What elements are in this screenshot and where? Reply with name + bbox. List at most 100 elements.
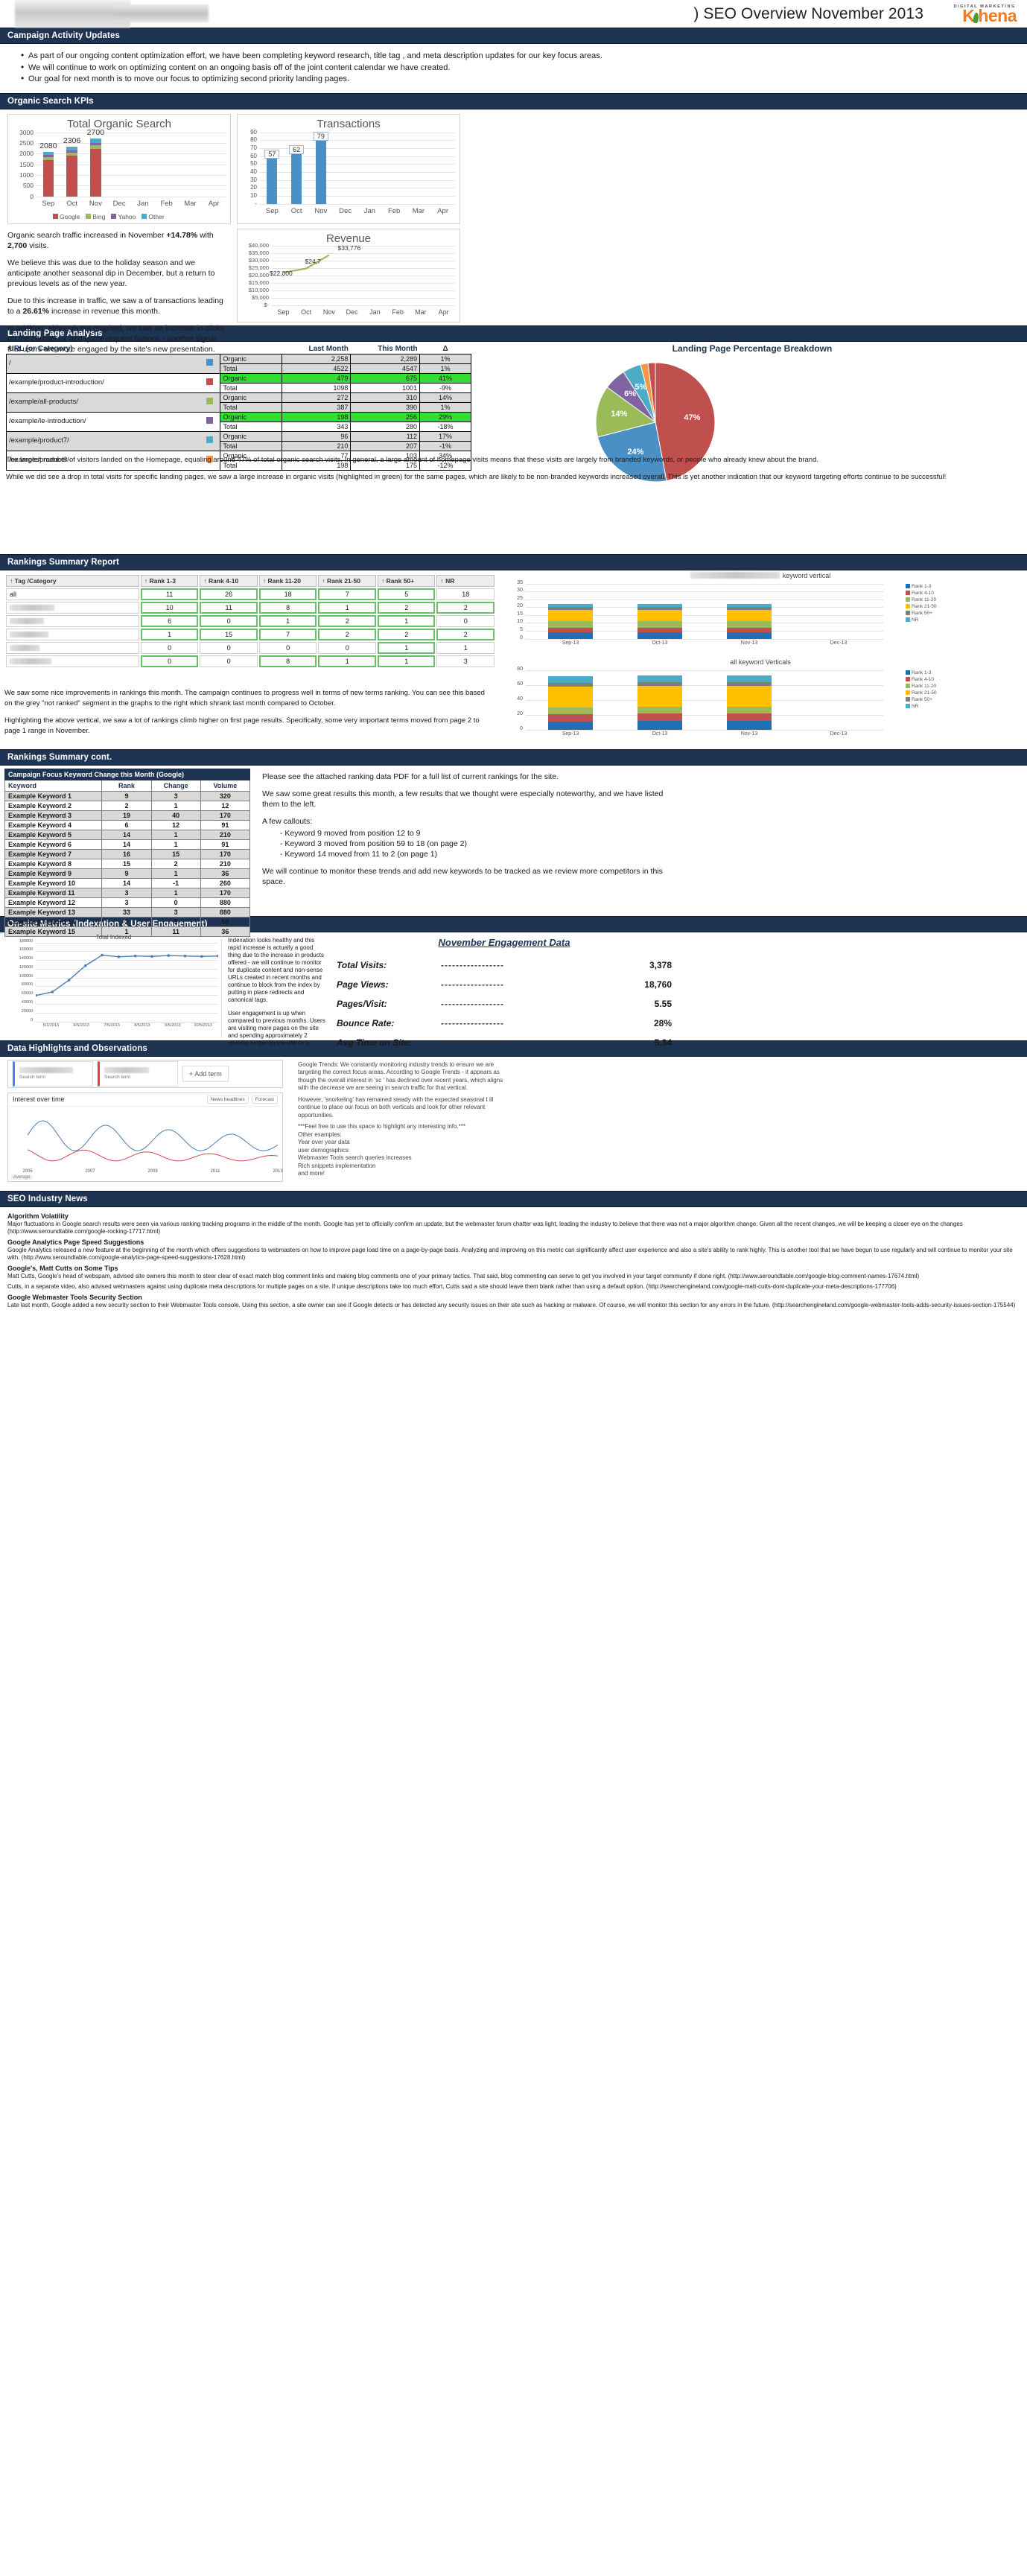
y-tick-label: - bbox=[255, 200, 257, 207]
keyword-cell: Example Keyword 10 bbox=[4, 877, 103, 888]
note-paragraph: Other examples: bbox=[298, 1130, 342, 1138]
keyword-metric-cell: 880 bbox=[200, 897, 251, 908]
rank-count-cell: 1 bbox=[258, 614, 317, 627]
search-term-chip-2[interactable]: Search term bbox=[98, 1060, 178, 1087]
last-month-cell: 387 bbox=[281, 401, 352, 413]
indexed-line bbox=[36, 953, 218, 996]
note-paragraph: Year over year data bbox=[298, 1139, 350, 1145]
this-month-cell: 2,289 bbox=[350, 353, 421, 364]
y-tick-label: 10 bbox=[250, 191, 257, 199]
legend-item: Rank 11-20 bbox=[906, 684, 936, 689]
rank-count-cell: 1 bbox=[377, 641, 436, 654]
x-tick-label: Nov bbox=[322, 308, 335, 316]
note-paragraph: We saw some nice improvements in ranking… bbox=[4, 688, 485, 707]
landing-notes: The largest number of visitors landed on… bbox=[6, 455, 1019, 489]
x-tick-label: Feb bbox=[387, 206, 401, 215]
page-title: ) SEO Overview November 2013 bbox=[693, 4, 923, 22]
rank-count-cell: 7 bbox=[318, 588, 376, 600]
legend-label: Rank 21-50 bbox=[912, 603, 937, 609]
keyword-cell: Example Keyword 7 bbox=[4, 848, 103, 859]
bar-segment bbox=[42, 159, 54, 197]
metric-dots: ----------------- bbox=[441, 979, 504, 990]
table-row: Example Keyword 3 19 40 170 bbox=[4, 810, 251, 821]
highlights-area: Search term Search term + Add term Inter… bbox=[0, 1057, 1027, 1191]
redacted-term-1 bbox=[19, 1067, 73, 1073]
x-tick-label: Oct bbox=[301, 308, 312, 316]
rank-count-cell: 2 bbox=[377, 601, 436, 614]
keyword-metric-cell: 9 bbox=[101, 790, 152, 801]
note-paragraph: A few callouts: bbox=[262, 816, 313, 826]
legend-item: NR bbox=[906, 617, 918, 623]
engagement-metric-row: Bounce Rate: ----------------- 28% bbox=[337, 1014, 672, 1033]
x-tick-label: Apr bbox=[438, 308, 449, 316]
note-paragraph: Due to this increase in traffic, we saw … bbox=[7, 296, 223, 316]
news-headlines-toggle[interactable]: News headlines bbox=[206, 1095, 249, 1104]
redacted-term-2 bbox=[104, 1067, 149, 1073]
forecast-toggle[interactable]: Forecast bbox=[251, 1095, 278, 1104]
bar-segment bbox=[727, 607, 772, 611]
legend-label: NR bbox=[912, 617, 919, 623]
legend-label: Bing bbox=[92, 212, 106, 220]
rank-count-cell: 1 bbox=[318, 601, 376, 614]
legend-swatch bbox=[906, 704, 910, 708]
y-tick-label: 0 bbox=[520, 725, 523, 731]
x-tick-label: 2013 bbox=[273, 1168, 283, 1174]
bar-segment bbox=[548, 675, 593, 683]
y-tick-label: 10 bbox=[517, 619, 523, 625]
table-row: Example Keyword 2 2 1 12 bbox=[4, 800, 251, 811]
x-tick-label: Sep-13 bbox=[562, 640, 579, 646]
legend-label: Rank 21-50 bbox=[912, 690, 937, 696]
column-header: Last Month bbox=[282, 344, 351, 354]
keyword-metric-cell: 12 bbox=[200, 800, 251, 811]
y-tick-label: 2500 bbox=[19, 139, 34, 147]
legend-item: Rank 50+ bbox=[906, 611, 932, 616]
metric-label: Total Visits: bbox=[337, 959, 387, 970]
x-tick-label: Nov-13 bbox=[740, 731, 758, 737]
chart-total-indexed: Total Indexed 180000 160000 140000 120000 10… bbox=[6, 933, 222, 1038]
revenue-line bbox=[283, 254, 330, 273]
table-row: Example Keyword 12 3 0 880 bbox=[4, 897, 251, 908]
pie-slice-label: 47% bbox=[684, 413, 701, 422]
rank-count-cell: 0 bbox=[200, 614, 258, 627]
bar-segment bbox=[548, 632, 593, 639]
y-tick-label: 60000 bbox=[21, 991, 33, 996]
table-row: 1 15 7 2 2 2 bbox=[6, 628, 495, 640]
y-tick-label: 20 bbox=[517, 603, 523, 609]
column-header: Δ bbox=[419, 344, 471, 354]
y-tick-label: 20 bbox=[250, 184, 257, 191]
keyword-metric-cell: 15 bbox=[150, 848, 201, 859]
chart-title: Landing Page Percentage Breakdown bbox=[672, 343, 833, 354]
news-paragraph: Google Analytics released a new feature … bbox=[7, 1246, 1013, 1261]
table-row: all 11 26 18 7 5 18 bbox=[6, 588, 495, 600]
note-paragraph: user demographics bbox=[298, 1146, 349, 1154]
chart-legend: Rank 1-3 Rank 4-10 Rank 11-20 Rank 21-50 Ran… bbox=[906, 670, 937, 709]
bar-segment bbox=[42, 157, 54, 160]
metric-type-cell: Total bbox=[220, 401, 282, 413]
table-row: Example Keyword 8 15 2 210 bbox=[4, 858, 251, 869]
bar-segment bbox=[548, 621, 593, 628]
keyword-metric-cell: 1 bbox=[150, 887, 201, 898]
add-term-button[interactable]: + Add term bbox=[182, 1065, 229, 1082]
legend-item: Rank 1-3 bbox=[906, 670, 931, 675]
row-label-cell: all bbox=[6, 588, 139, 600]
chart-title: Revenue bbox=[325, 232, 372, 245]
legend-swatch bbox=[906, 677, 910, 681]
metric-label: Page Views: bbox=[337, 979, 389, 990]
delta-cell: 17% bbox=[419, 430, 471, 442]
search-term-chip-1[interactable]: Search term bbox=[13, 1060, 93, 1087]
bar-segment bbox=[637, 706, 682, 713]
news-headline: Algorithm Volatility bbox=[7, 1212, 69, 1220]
chart-legend: Rank 1-3 Rank 4-10 Rank 11-20 Rank 21-50 Ran… bbox=[906, 584, 937, 623]
legend-swatch bbox=[53, 214, 58, 219]
rank-count-cell: 8 bbox=[258, 655, 317, 667]
legend-label: Other bbox=[148, 212, 165, 220]
column-header: ↑ Rank 4-10 bbox=[200, 574, 258, 587]
bar-segment bbox=[548, 721, 593, 730]
chart-keyword-vertical: keyword vertical 35 30 25 20 15 10 5 0 Sep-13 Oc… bbox=[503, 572, 1017, 651]
note-paragraph: and more! bbox=[298, 1170, 325, 1177]
rank-count-cell: 18 bbox=[258, 588, 317, 600]
legend-swatch bbox=[906, 604, 910, 608]
legend-swatch bbox=[906, 690, 910, 695]
x-tick-label: Nov-13 bbox=[740, 640, 758, 646]
y-tick-label: 100000 bbox=[19, 973, 33, 979]
